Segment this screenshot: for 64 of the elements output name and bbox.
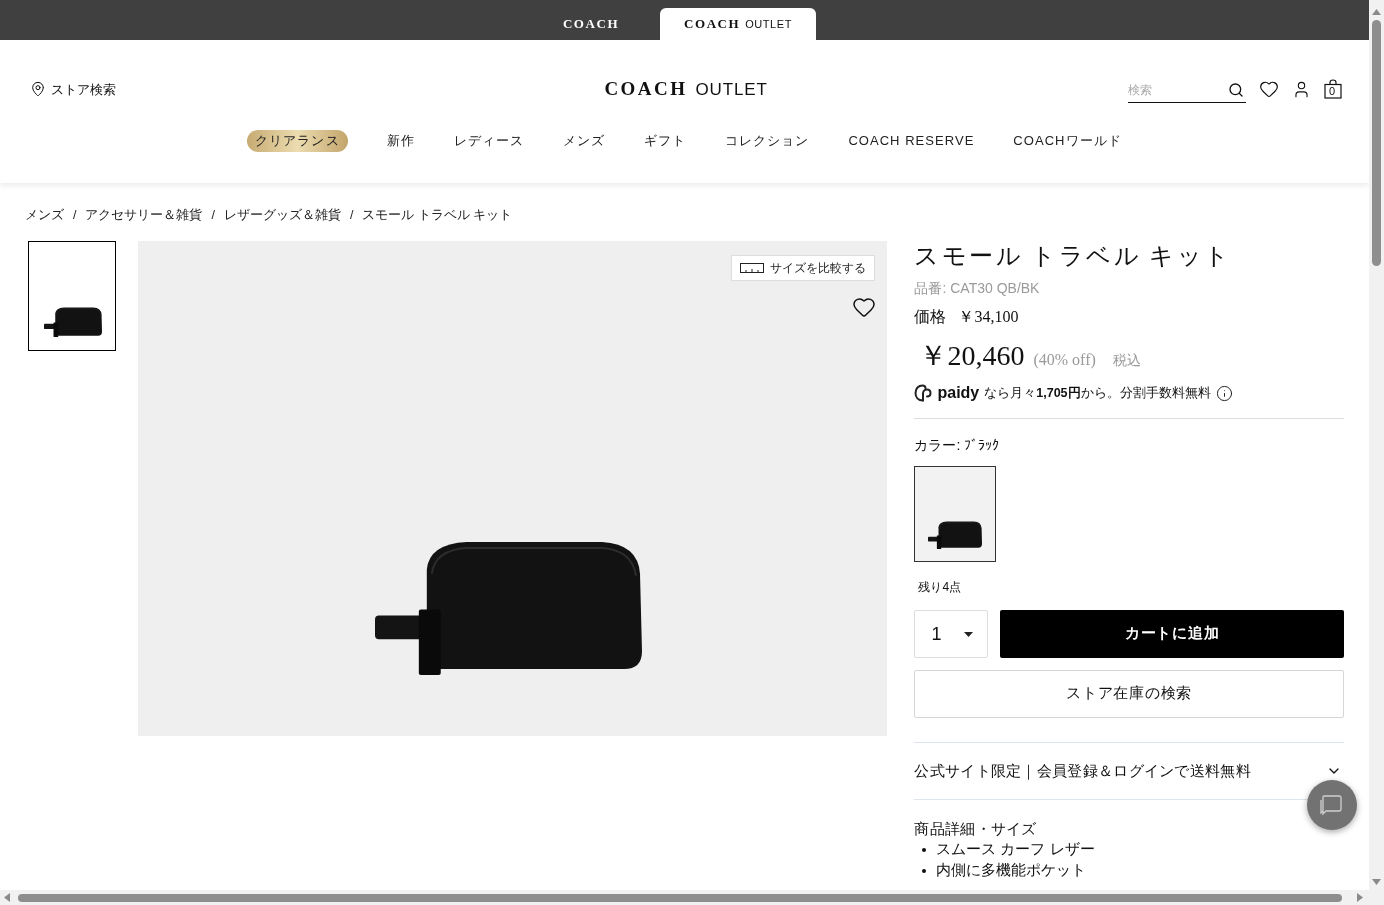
ruler-icon — [740, 263, 765, 273]
nav-link[interactable]: COACHワールド — [1013, 130, 1122, 152]
detail-text: 内側に多機能ポケット — [936, 861, 1087, 880]
brand-tab[interactable]: COACH OUTLET — [660, 8, 816, 40]
wishlist-heart-icon[interactable] — [852, 295, 877, 319]
nav-link[interactable]: レディース — [453, 130, 524, 152]
user-icon[interactable] — [1292, 79, 1311, 99]
quantity-select[interactable]: 1 — [914, 610, 989, 658]
payment-brand-text: paidy — [937, 383, 980, 403]
product-sku: 品番: CAT30 QB/BK — [914, 279, 1041, 297]
scrollbar-thumb[interactable] — [18, 893, 1342, 902]
bullet-icon — [922, 868, 927, 873]
accordion-header[interactable]: 公式サイト限定｜会員登録＆ログインで送料無料 — [914, 761, 1344, 781]
caret-down-icon — [964, 631, 974, 637]
add-to-cart-button[interactable]: カートに追加 — [1000, 610, 1344, 658]
compare-size-button[interactable]: サイズを比較する — [731, 255, 876, 281]
scroll-down-icon[interactable] — [1372, 879, 1381, 885]
scrollbar-thumb[interactable] — [1372, 20, 1381, 266]
breadcrumb-separator: / — [349, 206, 354, 224]
nav-link[interactable]: COACH RESERVE — [848, 130, 975, 152]
discount-text: (40% off) — [1033, 350, 1096, 371]
breadcrumb-link[interactable]: アクセサリー＆雑貨 — [85, 205, 203, 225]
store-search-link[interactable]: ストア検索 — [30, 79, 116, 99]
map-pin-icon — [30, 81, 46, 98]
list-price: ￥34,100 — [958, 307, 1019, 327]
tax-note: 税込 — [1112, 352, 1141, 370]
chat-icon — [1320, 794, 1344, 816]
search-field[interactable]: 検索 — [1128, 78, 1246, 103]
info-icon[interactable] — [1215, 384, 1233, 402]
color-label: カラー: ﾌﾞﾗｯｸ — [914, 436, 1001, 455]
product-title: スモール トラベル キット — [914, 242, 1233, 271]
breadcrumb-separator: / — [73, 206, 77, 224]
paidy-logo-icon — [914, 384, 933, 402]
site-logo[interactable]: COACH OUTLET — [604, 75, 768, 104]
scroll-left-icon[interactable] — [4, 893, 10, 902]
breadcrumb-link[interactable]: スモール トラベル キット — [362, 205, 513, 225]
sale-price: ￥20,460 — [919, 339, 1025, 373]
brand-tab[interactable]: COACH — [526, 8, 656, 40]
heart-icon[interactable] — [1259, 79, 1279, 100]
cart-count: 0 — [1329, 86, 1336, 98]
bullet-icon — [922, 847, 927, 852]
breadcrumb-link[interactable]: レザーグッズ＆雑貨 — [223, 205, 341, 225]
pouch-drawing — [44, 307, 102, 337]
breadcrumb-link[interactable]: メンズ — [25, 205, 64, 225]
detail-text: スムース カーフ レザー — [936, 840, 1095, 859]
highlighted-nav-link[interactable]: クリアランス — [247, 130, 348, 152]
price-label: 価格 — [914, 307, 947, 327]
thumbnail-button[interactable] — [28, 241, 116, 351]
color-swatch[interactable] — [914, 466, 997, 562]
bag-icon — [1324, 79, 1342, 100]
scroll-right-icon[interactable] — [1357, 893, 1363, 902]
nav-link[interactable]: ギフト — [644, 130, 687, 152]
nav-link[interactable]: 新作 — [386, 130, 415, 152]
search-icon[interactable] — [1228, 82, 1244, 99]
store-stock-button[interactable]: ストア在庫の検索 — [914, 670, 1344, 718]
nav-link[interactable]: メンズ — [562, 130, 605, 152]
cart-button[interactable]: 0 — [1324, 79, 1342, 100]
accordion-header[interactable]: 商品詳細・サイズ — [914, 819, 1037, 839]
chat-button[interactable] — [1307, 780, 1357, 830]
scroll-up-icon[interactable] — [1372, 9, 1381, 15]
breadcrumb-separator: / — [211, 206, 215, 224]
pouch-drawing — [928, 521, 983, 549]
nav-link[interactable]: コレクション — [725, 130, 810, 152]
stock-note: 残り4点 — [917, 579, 963, 595]
